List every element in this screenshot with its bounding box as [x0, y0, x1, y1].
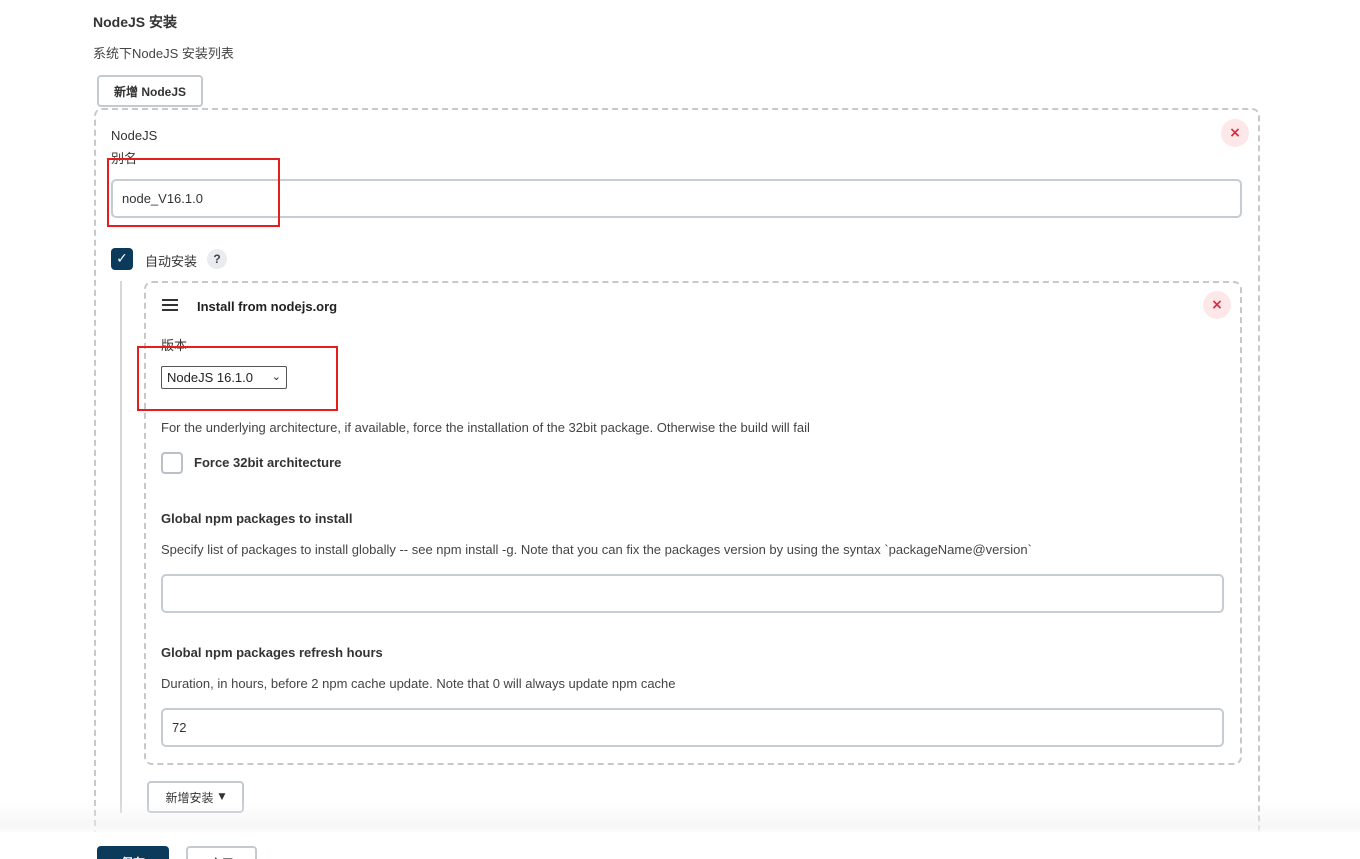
installer-indent-line	[120, 281, 122, 813]
nodejs-type-label: NodeJS	[111, 128, 158, 143]
architecture-description: For the underlying architecture, if avai…	[161, 420, 810, 435]
npm-packages-description: Specify list of packages to install glob…	[161, 542, 1032, 557]
highlight-annotation-alias	[107, 158, 280, 227]
highlight-annotation-version	[137, 346, 338, 411]
force-32bit-checkbox[interactable]	[161, 452, 183, 474]
force-32bit-label: Force 32bit architecture	[194, 455, 342, 470]
npm-packages-input[interactable]	[161, 574, 1224, 613]
npm-packages-title: Global npm packages to install	[161, 511, 353, 526]
refresh-hours-description: Duration, in hours, before 2 npm cache u…	[161, 676, 676, 691]
alias-input[interactable]: node_V16.1.0	[111, 179, 1242, 218]
section-title: NodeJS 安装	[93, 14, 178, 30]
refresh-hours-title: Global npm packages refresh hours	[161, 645, 383, 660]
section-description: 系统下NodeJS 安装列表	[93, 46, 234, 61]
refresh-hours-input[interactable]: 72	[161, 708, 1224, 747]
help-icon[interactable]: ?	[207, 249, 227, 269]
save-button[interactable]: 保存	[97, 846, 169, 859]
close-icon[interactable]: ×	[1221, 119, 1249, 147]
auto-install-label: 自动安装	[145, 254, 198, 269]
drag-handle-icon[interactable]	[162, 299, 178, 313]
add-nodejs-button[interactable]: 新增 NodeJS	[97, 75, 203, 107]
installer-title: Install from nodejs.org	[197, 299, 338, 314]
apply-button[interactable]: 应用	[186, 846, 257, 859]
close-icon[interactable]: ×	[1203, 291, 1231, 319]
auto-install-checkbox[interactable]: ✓	[111, 248, 133, 270]
